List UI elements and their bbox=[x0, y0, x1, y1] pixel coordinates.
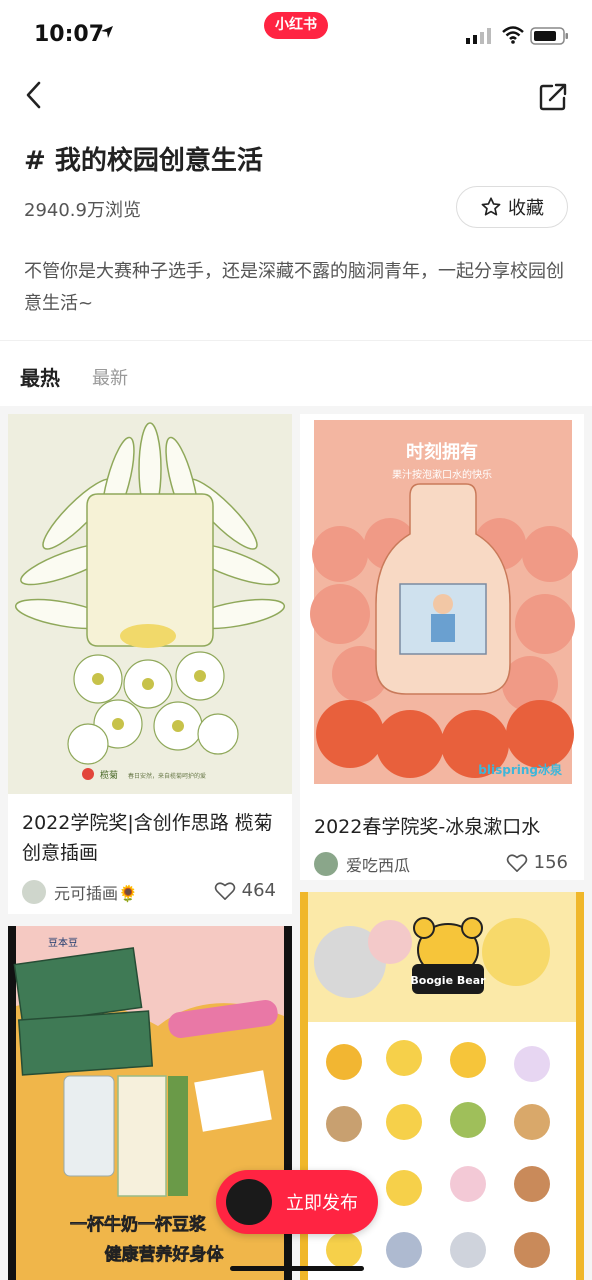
back-icon[interactable] bbox=[20, 80, 50, 110]
share-icon[interactable] bbox=[536, 80, 570, 114]
image-subheading: 果汁按泡漱口水的快乐 bbox=[392, 468, 492, 481]
view-count: 2940.9万浏览 bbox=[24, 200, 141, 221]
image-slogan-1: 一杯牛奶一杯豆浆 bbox=[70, 1214, 207, 1235]
post-title[interactable]: 2022学院奖|含创作思路 榄菊创意插画 bbox=[22, 808, 280, 868]
favorite-button[interactable]: 收藏 bbox=[456, 186, 568, 228]
image-slogan-2: 健康营养好身体 bbox=[105, 1244, 225, 1265]
avatar bbox=[22, 880, 46, 904]
like-button[interactable]: 464 bbox=[214, 880, 276, 901]
home-indicator[interactable] bbox=[230, 1266, 364, 1271]
sort-tabs: 最热 最新 bbox=[0, 342, 592, 406]
like-count: 464 bbox=[241, 880, 276, 901]
post-card[interactable]: 时刻拥有 果汁按泡漱口水的快乐 blispring冰泉 2022春学院奖-冰泉漱… bbox=[300, 414, 584, 880]
post-author[interactable]: 元可插画🌻 bbox=[22, 880, 138, 904]
topic-description: 不管你是大赛种子选手，还是深藏不露的脑洞青年，一起分享校园创意生活~ bbox=[24, 261, 564, 314]
publish-button[interactable]: 立即发布 bbox=[216, 1170, 378, 1234]
tab-newest[interactable]: 最新 bbox=[92, 364, 128, 390]
star-icon bbox=[481, 197, 501, 216]
publish-label: 立即发布 bbox=[286, 1193, 358, 1214]
favorite-label: 收藏 bbox=[508, 198, 544, 219]
cellular-signal-icon bbox=[466, 28, 491, 44]
image-brand: 豆本豆 bbox=[48, 936, 78, 949]
status-time: 10:07 bbox=[34, 22, 105, 47]
avatar bbox=[314, 852, 338, 876]
image-heading: 时刻拥有 bbox=[406, 441, 478, 463]
post-card[interactable]: 榄菊 春日安然，来自榄菊呵护的爱 2022学院奖|含创作思路 榄菊创意插画 元可… bbox=[8, 414, 292, 914]
author-name: 爱吃西瓜 bbox=[346, 856, 411, 875]
user-avatar bbox=[226, 1179, 272, 1225]
post-image[interactable]: 时刻拥有 果汁按泡漱口水的快乐 blispring冰泉 bbox=[300, 414, 584, 794]
battery-icon bbox=[530, 27, 568, 45]
divider bbox=[0, 340, 592, 341]
image-brand: 榄菊 bbox=[100, 769, 118, 781]
heart-icon bbox=[214, 881, 235, 900]
heart-icon bbox=[506, 853, 527, 872]
location-arrow-icon bbox=[101, 26, 113, 38]
like-count: 156 bbox=[533, 852, 568, 873]
status-bar: 10:07 小红书 bbox=[0, 0, 592, 70]
like-button[interactable]: 156 bbox=[506, 852, 568, 873]
post-feed: 榄菊 春日安然，来自榄菊呵护的爱 2022学院奖|含创作思路 榄菊创意插画 元可… bbox=[0, 406, 592, 1280]
image-brand: blispring冰泉 bbox=[478, 762, 563, 777]
post-image[interactable]: 榄菊 春日安然，来自榄菊呵护的爱 bbox=[8, 414, 292, 794]
app-brand-badge: 小红书 bbox=[264, 12, 328, 39]
topic-title: # 我的校园创意生活 bbox=[24, 146, 263, 176]
author-name: 元可插画🌻 bbox=[54, 884, 138, 903]
tab-hottest[interactable]: 最热 bbox=[20, 362, 60, 391]
post-author[interactable]: 爱吃西瓜 bbox=[314, 852, 410, 876]
image-brand: Boogie Bear bbox=[410, 974, 486, 987]
wifi-icon bbox=[502, 26, 524, 44]
image-caption: 春日安然，来自榄菊呵护的爱 bbox=[128, 772, 206, 780]
post-title[interactable]: 2022春学院奖-冰泉漱口水 bbox=[314, 812, 572, 842]
